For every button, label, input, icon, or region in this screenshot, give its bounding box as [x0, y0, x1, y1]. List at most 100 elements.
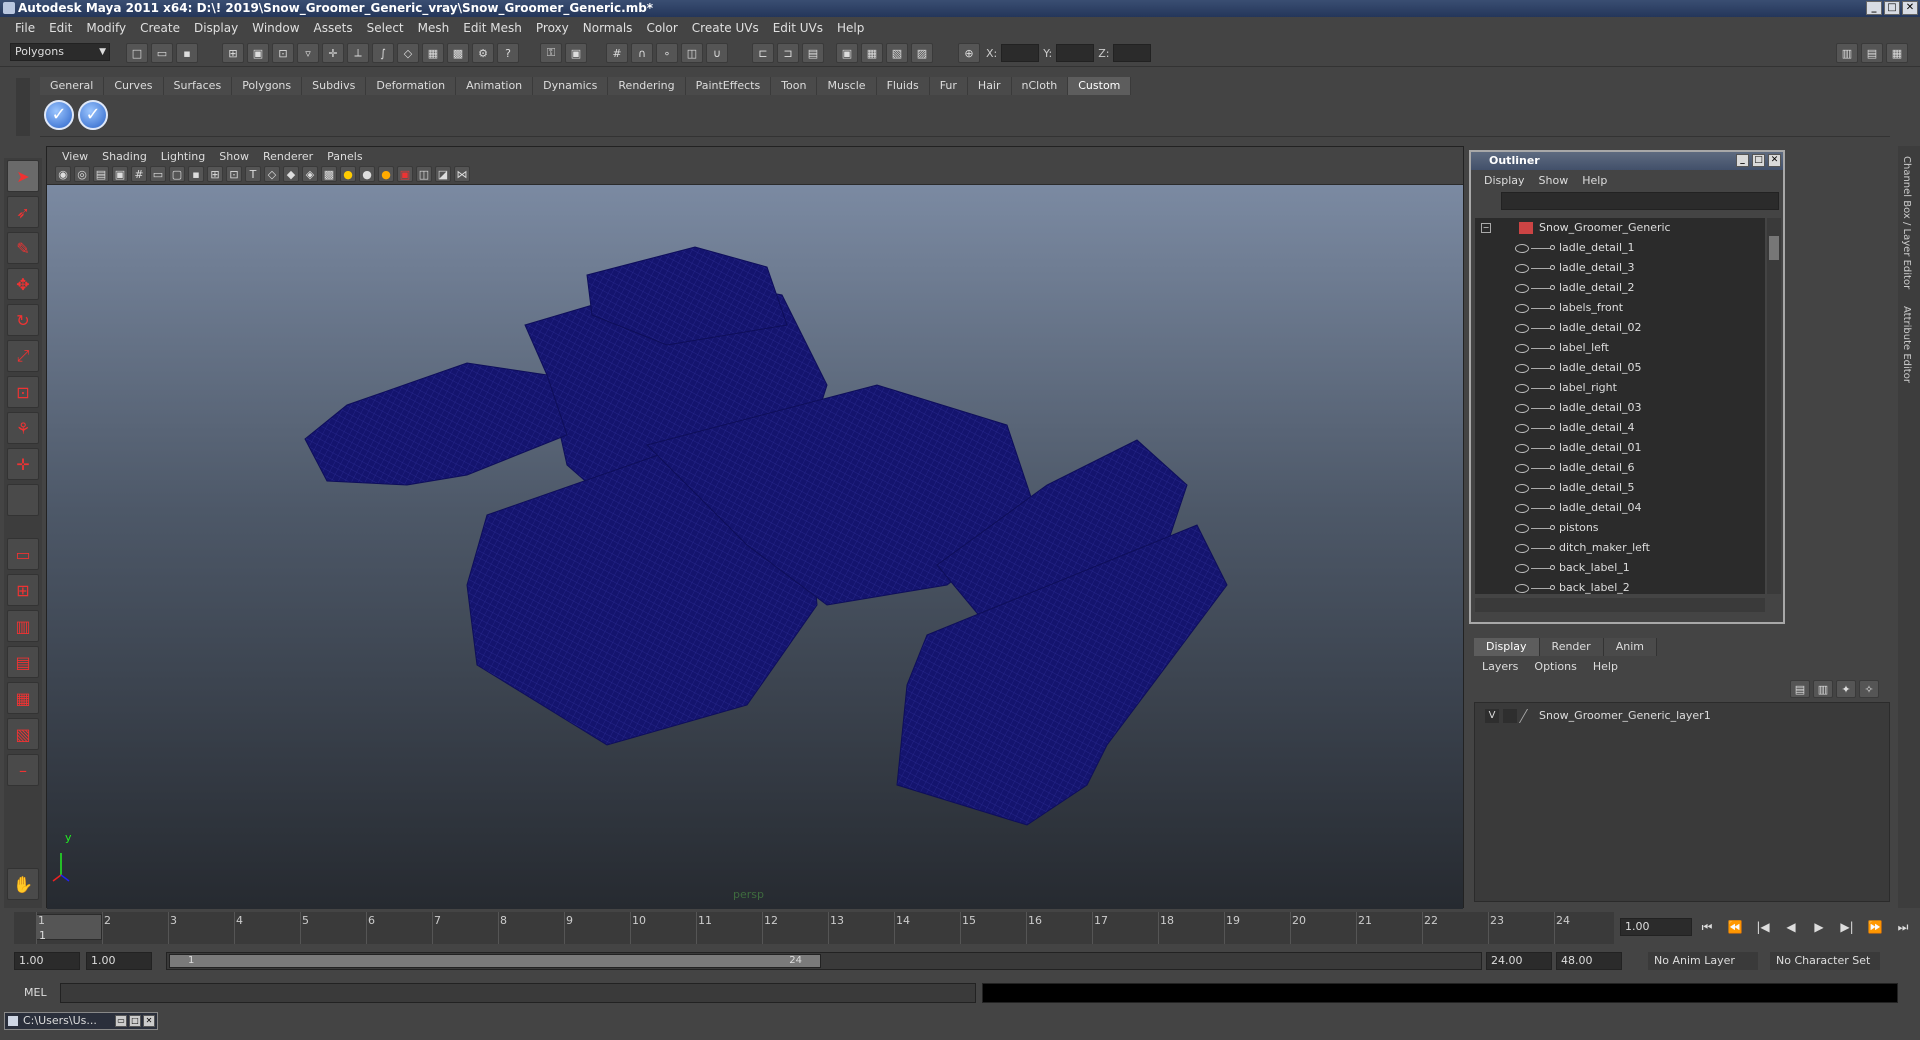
go-to-end-icon[interactable]: ⏭: [1892, 918, 1914, 936]
xray-joints-icon[interactable]: ◪: [435, 166, 451, 182]
textured-icon[interactable]: ▩: [321, 166, 337, 182]
minimize-button[interactable]: _: [1866, 1, 1882, 15]
outliner-item[interactable]: back_label_1: [1475, 558, 1765, 578]
outliner-item[interactable]: ladle_detail_04: [1475, 498, 1765, 518]
outliner-horizontal-scrollbar[interactable]: [1475, 598, 1765, 612]
graph-persp-layout-icon[interactable]: ▤: [7, 646, 39, 678]
outliner-item[interactable]: ladle_detail_03: [1475, 398, 1765, 418]
menu-proxy[interactable]: Proxy: [529, 21, 576, 35]
outliner-item[interactable]: ladle_detail_01: [1475, 438, 1765, 458]
lock-selection-icon[interactable]: ⚿: [540, 43, 562, 63]
shelf-tab-general[interactable]: General: [40, 77, 105, 95]
outliner-menu-display[interactable]: Display: [1477, 174, 1532, 187]
channel-box-toggle-icon[interactable]: ▦: [1886, 43, 1908, 63]
shelf-tab-fur[interactable]: Fur: [929, 77, 968, 95]
animation-end-field[interactable]: 48.00: [1556, 952, 1622, 970]
current-frame-marker[interactable]: 1: [36, 914, 102, 942]
outliner-vertical-scrollbar[interactable]: [1767, 218, 1781, 594]
playback-end-field[interactable]: 24.00: [1486, 952, 1552, 970]
manipulator-tool-icon[interactable]: ⊡: [7, 376, 39, 408]
joints-mask-icon[interactable]: ⟂: [347, 43, 369, 63]
outliner-title-bar[interactable]: Outliner _ □ ✕: [1471, 152, 1783, 170]
anim-layer-dropdown[interactable]: No Anim Layer: [1648, 952, 1758, 970]
menu-modify[interactable]: Modify: [79, 21, 133, 35]
layer-color-icon[interactable]: [1518, 709, 1540, 723]
shelf-tab-toon[interactable]: Toon: [771, 77, 818, 95]
show-manipulator-icon[interactable]: ✛: [7, 448, 39, 480]
menu-file[interactable]: File: [8, 21, 42, 35]
field-chart-icon[interactable]: ⊞: [207, 166, 223, 182]
shelf-tab-fluids[interactable]: Fluids: [876, 77, 930, 95]
image-plane-icon[interactable]: ▣: [112, 166, 128, 182]
outliner-filter-input[interactable]: [1501, 192, 1779, 210]
render-current-icon[interactable]: ▦: [861, 43, 883, 63]
use-default-light-icon[interactable]: ●: [340, 166, 356, 182]
select-object-icon[interactable]: ▣: [247, 43, 269, 63]
shelf-tab-curves[interactable]: Curves: [104, 77, 164, 95]
select-tool-icon[interactable]: ➤: [7, 160, 39, 192]
close-button[interactable]: ✕: [143, 1015, 155, 1027]
minimized-window-item[interactable]: C:\Users\Us... ▭ □ ✕: [4, 1012, 158, 1030]
handles-mask-icon[interactable]: ✛: [322, 43, 344, 63]
new-layer-icon[interactable]: ✦: [1836, 680, 1856, 698]
layer-menu-options[interactable]: Options: [1526, 660, 1584, 678]
step-forward-frame-icon[interactable]: ▶|: [1836, 918, 1858, 936]
wireframe-icon[interactable]: ◇: [264, 166, 280, 182]
menu-normals[interactable]: Normals: [576, 21, 640, 35]
new-scene-icon[interactable]: □: [126, 43, 148, 63]
play-forwards-icon[interactable]: ▶: [1808, 918, 1830, 936]
outliner-item[interactable]: labels_front: [1475, 298, 1765, 318]
bookmarks-icon[interactable]: ▤: [93, 166, 109, 182]
menu-create[interactable]: Create: [133, 21, 187, 35]
outliner-item[interactable]: ladle_detail_02: [1475, 318, 1765, 338]
viewport-menu-show[interactable]: Show: [212, 150, 256, 163]
shelf-tab-deformation[interactable]: Deformation: [366, 77, 457, 95]
scale-tool-icon[interactable]: ⤢: [7, 340, 39, 372]
transform-input-icon[interactable]: ⊕: [958, 43, 980, 63]
shelf-tab-rendering[interactable]: Rendering: [608, 77, 686, 95]
save-scene-icon[interactable]: ▪: [176, 43, 198, 63]
soft-mod-tool-icon[interactable]: ⚘: [7, 412, 39, 444]
outliner-root-item[interactable]: − Snow_Groomer_Generic: [1475, 218, 1765, 238]
shelf-tab-painteffects[interactable]: PaintEffects: [685, 77, 772, 95]
layer-tab-render[interactable]: Render: [1539, 638, 1604, 656]
mask-dropdown-icon[interactable]: ▿: [297, 43, 319, 63]
menu-set-dropdown[interactable]: Polygons ▼: [10, 43, 110, 61]
step-forward-key-icon[interactable]: ⏩: [1864, 918, 1886, 936]
snap-view-plane-icon[interactable]: ◫: [681, 43, 703, 63]
menu-create-uvs[interactable]: Create UVs: [685, 21, 766, 35]
shelf-check-button-1[interactable]: ✓: [44, 100, 74, 130]
scroll-thumb[interactable]: [1769, 236, 1779, 260]
range-slider[interactable]: 1 24: [166, 952, 1482, 970]
film-gate-icon[interactable]: ▭: [150, 166, 166, 182]
make-live-icon[interactable]: ∪: [706, 43, 728, 63]
menu-edit-mesh[interactable]: Edit Mesh: [456, 21, 529, 35]
move-tool-icon[interactable]: ✥: [7, 268, 39, 300]
snap-grid-icon[interactable]: #: [606, 43, 628, 63]
viewport-menu-view[interactable]: View: [55, 150, 95, 163]
menu-window[interactable]: Window: [245, 21, 306, 35]
channel-box-tab[interactable]: Channel Box / Layer Editor: [1901, 156, 1912, 289]
menu-mesh[interactable]: Mesh: [411, 21, 457, 35]
outliner-item[interactable]: ladle_detail_4: [1475, 418, 1765, 438]
safe-title-icon[interactable]: T: [245, 166, 261, 182]
input-ops-icon[interactable]: ⊏: [752, 43, 774, 63]
y-field[interactable]: [1056, 44, 1095, 62]
menu-assets[interactable]: Assets: [307, 21, 360, 35]
outliner-maximize-button[interactable]: □: [1752, 154, 1765, 167]
shelf-tab-muscle[interactable]: Muscle: [817, 77, 877, 95]
mel-input[interactable]: [60, 983, 976, 1003]
grid-toggle-icon[interactable]: #: [131, 166, 147, 182]
hypershade-persp-layout-icon[interactable]: ▦: [7, 682, 39, 714]
viewport-canvas[interactable]: y persp: [47, 185, 1463, 909]
x-field[interactable]: [1001, 44, 1040, 62]
outliner-item[interactable]: ladle_detail_2: [1475, 278, 1765, 298]
surfaces-mask-icon[interactable]: ◇: [397, 43, 419, 63]
layout-collapse-icon[interactable]: –: [7, 754, 39, 786]
restore-button[interactable]: ▭: [115, 1015, 127, 1027]
layer-tab-anim[interactable]: Anim: [1603, 638, 1657, 656]
dynamics-mask-icon[interactable]: ▩: [447, 43, 469, 63]
layer-tab-display[interactable]: Display: [1474, 638, 1540, 656]
menu-edit[interactable]: Edit: [42, 21, 79, 35]
move-layer-down-icon[interactable]: ▥: [1813, 680, 1833, 698]
